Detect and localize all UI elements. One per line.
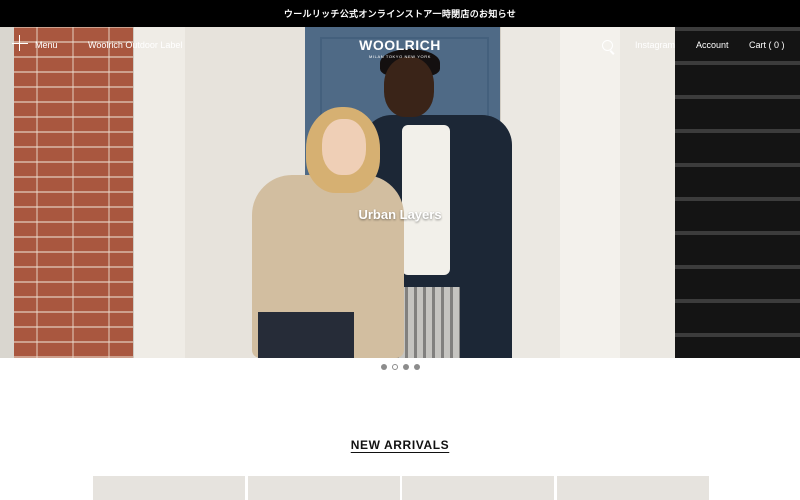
carousel-dot[interactable] — [402, 364, 409, 370]
hero-banner[interactable] — [0, 27, 800, 358]
logo-tagline: MILAN TOKYO NEW YORK — [368, 54, 431, 59]
hero-caption[interactable]: Urban Layers — [0, 207, 800, 222]
product-tile[interactable] — [93, 476, 245, 500]
account-link[interactable]: Account — [696, 40, 729, 50]
hero-scene-door-frame — [560, 27, 620, 358]
product-tile[interactable] — [248, 476, 400, 500]
hero-scene-column — [133, 27, 187, 358]
site-header: Menu Woolrich Outdoor Label WOOLRICH MIL… — [0, 27, 800, 65]
hero-model-face — [322, 119, 366, 175]
carousel-dot-active[interactable] — [391, 364, 398, 370]
hero-model-head — [384, 57, 434, 117]
new-arrivals-heading[interactable]: NEW ARRIVALS — [0, 438, 800, 452]
search-icon[interactable] — [602, 40, 613, 51]
instagram-link[interactable]: Instagram — [635, 40, 675, 50]
product-tile[interactable] — [557, 476, 709, 500]
announcement-text[interactable]: ウールリッチ公式オンラインストア一時閉店のお知らせ — [284, 7, 516, 20]
carousel-dot[interactable] — [380, 364, 387, 370]
woolrich-logo[interactable]: WOOLRICH MILAN TOKYO NEW YORK — [0, 37, 800, 59]
announcement-bar[interactable]: ウールリッチ公式オンラインストア一時閉店のお知らせ — [0, 0, 800, 27]
hero-scene-pillar — [0, 27, 14, 358]
new-arrivals-title[interactable]: NEW ARRIVALS — [351, 438, 450, 452]
product-tile[interactable] — [402, 476, 554, 500]
cart-link[interactable]: Cart ( 0 ) — [749, 40, 785, 50]
hero-scene-brick-wall — [0, 27, 133, 358]
hero-scene-stairs — [675, 27, 800, 358]
logo-wordmark: WOOLRICH — [359, 37, 441, 53]
hero-model-jeans — [258, 312, 354, 358]
carousel-dots — [0, 364, 800, 370]
carousel-dot[interactable] — [413, 364, 420, 370]
hero-model-shirt — [402, 125, 450, 275]
